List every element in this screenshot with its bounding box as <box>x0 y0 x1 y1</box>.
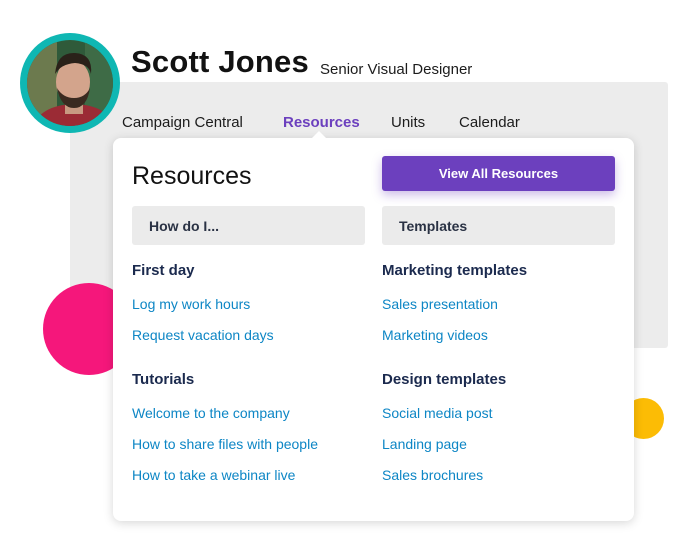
section-heading-tutorials: Tutorials <box>132 371 195 388</box>
section-heading-marketing-templates: Marketing templates <box>382 262 528 279</box>
dropdown-caret <box>311 131 327 139</box>
link-social-media-post[interactable]: Social media post <box>382 405 493 421</box>
templates-field[interactable]: Templates <box>382 206 615 245</box>
section-heading-design-templates: Design templates <box>382 371 507 388</box>
link-share-files[interactable]: How to share files with people <box>132 436 318 452</box>
nav-item-campaign-central[interactable]: Campaign Central <box>122 114 243 131</box>
resources-dropdown: Resources View All Resources How do I...… <box>113 138 634 521</box>
nav-item-resources[interactable]: Resources <box>283 114 360 131</box>
nav-item-units[interactable]: Units <box>391 114 425 131</box>
avatar <box>20 33 120 133</box>
section-heading-first-day: First day <box>132 262 195 279</box>
view-all-resources-button[interactable]: View All Resources <box>382 156 615 191</box>
nav-item-calendar[interactable]: Calendar <box>459 114 520 131</box>
link-log-work-hours[interactable]: Log my work hours <box>132 296 250 312</box>
how-do-i-field[interactable]: How do I... <box>132 206 365 245</box>
avatar-photo <box>27 40 113 126</box>
link-sales-brochures[interactable]: Sales brochures <box>382 467 483 483</box>
profile-name: Scott Jones <box>131 44 309 79</box>
link-sales-presentation[interactable]: Sales presentation <box>382 296 498 312</box>
link-webinar-live[interactable]: How to take a webinar live <box>132 467 295 483</box>
link-landing-page[interactable]: Landing page <box>382 436 467 452</box>
link-request-vacation[interactable]: Request vacation days <box>132 327 274 343</box>
link-marketing-videos[interactable]: Marketing videos <box>382 327 488 343</box>
profile-title: Senior Visual Designer <box>320 61 473 78</box>
dropdown-title: Resources <box>132 162 252 190</box>
link-welcome-company[interactable]: Welcome to the company <box>132 405 290 421</box>
